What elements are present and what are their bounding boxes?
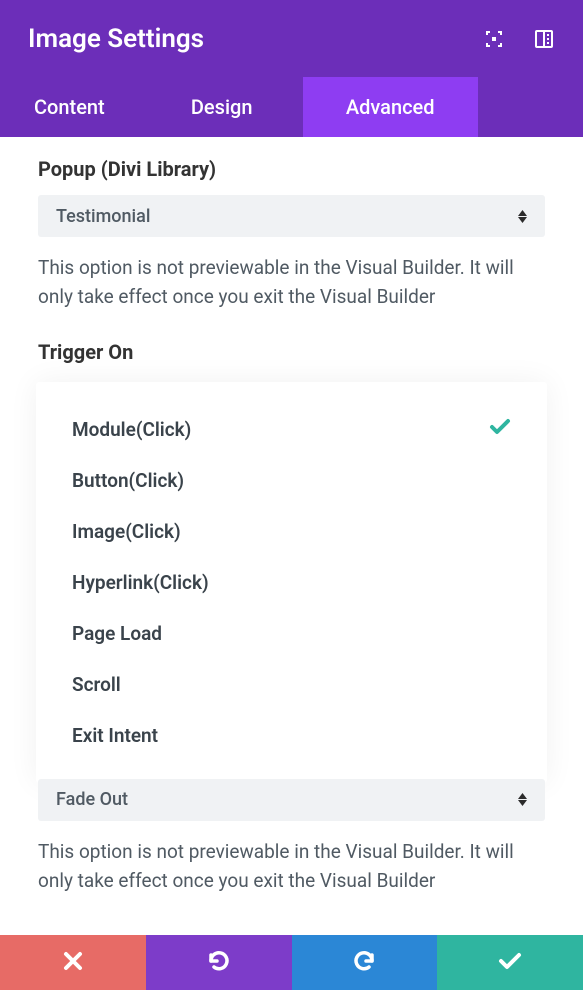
redo-button[interactable] [292,935,438,990]
chevron-updown-icon [518,793,527,806]
trigger-item-label: Exit Intent [72,724,158,747]
trigger-item-page-load[interactable]: Page Load [72,608,511,659]
chevron-updown-icon [518,210,527,223]
trigger-item-label: Hyperlink(Click) [72,571,209,594]
header-icons [483,28,555,50]
content-area: Popup (Divi Library) Testimonial This op… [0,137,583,896]
trigger-item-image-click[interactable]: Image(Click) [72,506,511,557]
expand-icon[interactable] [483,28,505,50]
trigger-item-label: Module(Click) [72,418,191,441]
trigger-section: Trigger On Module(Click) Button(Click) I… [38,340,545,783]
close-button[interactable] [0,935,146,990]
panel-icon[interactable] [533,28,555,50]
animation-select-value: Fade Out [56,789,128,810]
redo-icon [352,949,376,977]
trigger-list: Module(Click) Button(Click) Image(Click)… [36,382,547,783]
trigger-item-label: Scroll [72,673,121,696]
trigger-item-label: Page Load [72,622,162,645]
trigger-item-module-click[interactable]: Module(Click) [72,404,511,455]
animation-help-text: This option is not previewable in the Vi… [38,837,545,896]
popup-select-value: Testimonial [56,206,150,227]
trigger-item-exit-intent[interactable]: Exit Intent [72,710,511,761]
popup-help-text: This option is not previewable in the Vi… [38,253,545,312]
tab-content[interactable]: Content [0,77,153,137]
tab-advanced[interactable]: Advanced [303,77,478,137]
header: Image Settings [0,0,583,77]
footer [0,935,583,990]
undo-button[interactable] [146,935,292,990]
popup-select[interactable]: Testimonial [38,195,545,237]
trigger-item-label: Button(Click) [72,469,184,492]
trigger-label: Trigger On [38,340,545,364]
save-button[interactable] [437,935,583,990]
tab-design[interactable]: Design [153,77,303,137]
page-title: Image Settings [28,24,204,54]
close-icon [62,950,84,976]
animation-select[interactable]: Fade Out [38,779,545,821]
check-icon [498,951,522,975]
trigger-item-scroll[interactable]: Scroll [72,659,511,710]
trigger-item-hyperlink-click[interactable]: Hyperlink(Click) [72,557,511,608]
trigger-item-label: Image(Click) [72,520,181,543]
undo-icon [207,949,231,977]
popup-label: Popup (Divi Library) [38,157,545,181]
check-icon [489,418,511,440]
tabs: Content Design Advanced [0,77,583,137]
trigger-item-button-click[interactable]: Button(Click) [72,455,511,506]
